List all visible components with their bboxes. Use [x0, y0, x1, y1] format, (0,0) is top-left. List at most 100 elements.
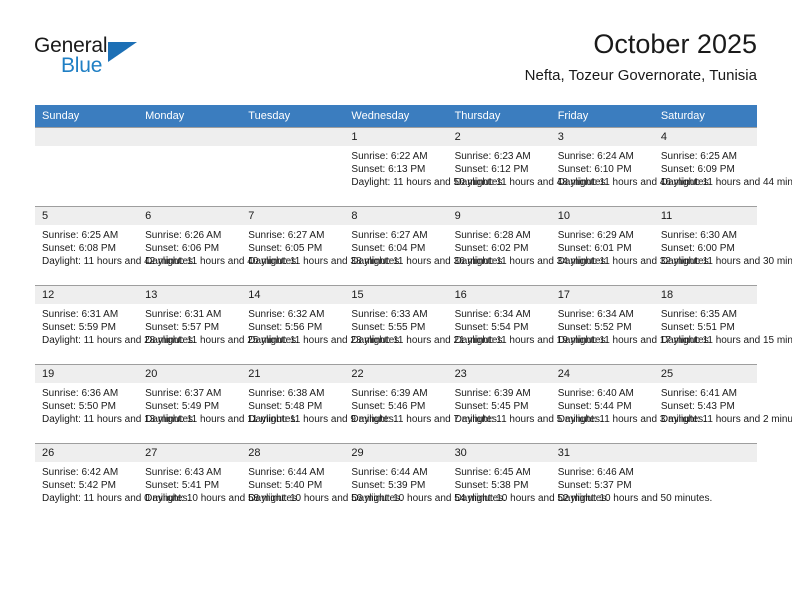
- sunset-text: Sunset: 6:01 PM: [557, 243, 632, 255]
- daylight-text: Daylight: 11 hours and 46 minutes.: [557, 177, 712, 189]
- day-number: 28: [241, 444, 345, 462]
- sunset-text: Sunset: 5:51 PM: [660, 322, 735, 334]
- sunset-text: Sunset: 5:49 PM: [145, 401, 220, 413]
- calendar-day-cell[interactable]: 15 Sunrise: 6:33 AM Sunset: 5:55 PM Dayligh…: [344, 285, 506, 365]
- sunrise-text: Sunrise: 6:32 AM: [248, 309, 325, 320]
- calendar-cell-empty: [35, 127, 139, 207]
- daylight-text: Daylight: 11 hours and 50 minutes.: [351, 177, 506, 189]
- calendar-day-cell[interactable]: 30 Sunrise: 6:45 AM Sunset: 5:38 PM Dayligh…: [447, 443, 610, 522]
- calendar-day-cell[interactable]: 11 Sunrise: 6:30 AM Sunset: 6:00 PM Dayligh…: [653, 206, 792, 286]
- calendar-day-cell[interactable]: 6 Sunrise: 6:26 AM Sunset: 6:06 PM Daylight…: [138, 206, 299, 286]
- day-details: Sunrise: 6:35 AM Sunset: 5:51 PM Daylight:…: [654, 304, 792, 348]
- daylight-text: Daylight: 10 hours and 54 minutes.: [351, 493, 506, 505]
- sunset-text: Sunset: 5:50 PM: [42, 401, 116, 413]
- day-number: 8: [344, 207, 448, 225]
- daylight-text: Daylight: 11 hours and 42 minutes.: [42, 256, 196, 268]
- day-number: 25: [653, 365, 757, 383]
- day-number: [653, 444, 757, 462]
- sunset-text: Sunset: 5:41 PM: [145, 480, 220, 492]
- calendar-day-cell[interactable]: 4 Sunrise: 6:25 AM Sunset: 6:09 PM Daylight…: [653, 127, 792, 207]
- calendar-day-cell[interactable]: 13 Sunrise: 6:31 AM Sunset: 5:57 PM Dayligh…: [138, 285, 299, 365]
- day-details: Sunrise: 6:45 AM Sunset: 5:38 PM Daylight:…: [448, 462, 610, 506]
- calendar-day-cell[interactable]: 23 Sunrise: 6:39 AM Sunset: 5:45 PM Dayligh…: [447, 364, 603, 444]
- day-number: 15: [344, 286, 448, 304]
- calendar-cell-empty: [653, 443, 757, 522]
- calendar-day-cell[interactable]: 20 Sunrise: 6:37 AM Sunset: 5:49 PM Dayligh…: [138, 364, 298, 444]
- day-number: 2: [447, 128, 551, 146]
- calendar-day-cell[interactable]: 8 Sunrise: 6:27 AM Sunset: 6:04 PM Daylight…: [344, 206, 505, 286]
- calendar-day-cell[interactable]: 19 Sunrise: 6:36 AM Sunset: 5:50 PM Dayligh…: [35, 364, 196, 444]
- sunset-text: Sunset: 6:08 PM: [42, 243, 116, 255]
- daylight-text: Daylight: 11 hours and 13 minutes.: [42, 414, 196, 426]
- sunrise-text: Sunrise: 6:27 AM: [248, 230, 325, 241]
- sunrise-text: Sunrise: 6:35 AM: [660, 309, 737, 320]
- calendar-cell-empty: [241, 127, 345, 207]
- calendar-day-cell[interactable]: 22 Sunrise: 6:39 AM Sunset: 5:46 PM Dayligh…: [344, 364, 500, 444]
- calendar-day-cell[interactable]: 28 Sunrise: 6:44 AM Sunset: 5:40 PM Dayligh…: [241, 443, 403, 522]
- calendar-day-cell[interactable]: 25 Sunrise: 6:41 AM Sunset: 5:43 PM Dayligh…: [653, 364, 792, 444]
- day-number: 7: [241, 207, 345, 225]
- sunset-text: Sunset: 6:02 PM: [454, 243, 529, 255]
- daylight-text: Daylight: 11 hours and 32 minutes.: [557, 256, 712, 268]
- sunrise-text: Sunrise: 6:25 AM: [660, 151, 737, 162]
- title-block: October 2025 Nefta, Tozeur Governorate, …: [525, 28, 757, 86]
- calendar-day-cell[interactable]: 7 Sunrise: 6:27 AM Sunset: 6:05 PM Daylight…: [241, 206, 402, 286]
- sunset-text: Sunset: 5:40 PM: [248, 480, 323, 492]
- day-number: 23: [447, 365, 551, 383]
- calendar-day-cell[interactable]: 27 Sunrise: 6:43 AM Sunset: 5:41 PM Dayligh…: [138, 443, 300, 522]
- day-details: Sunrise: 6:37 AM Sunset: 5:49 PM Daylight:…: [138, 383, 298, 427]
- day-number: 24: [550, 365, 654, 383]
- sunrise-text: Sunrise: 6:27 AM: [351, 230, 428, 241]
- sunrise-text: Sunrise: 6:31 AM: [42, 309, 119, 320]
- day-number: [241, 128, 345, 146]
- day-number: 20: [138, 365, 242, 383]
- calendar-day-cell[interactable]: 12 Sunrise: 6:31 AM Sunset: 5:59 PM Dayligh…: [35, 285, 196, 365]
- sunrise-text: Sunrise: 6:39 AM: [351, 388, 428, 399]
- calendar-day-cell[interactable]: 29 Sunrise: 6:44 AM Sunset: 5:39 PM Dayligh…: [344, 443, 506, 522]
- day-number: 12: [35, 286, 139, 304]
- calendar-day-cell[interactable]: 26 Sunrise: 6:42 AM Sunset: 5:42 PM Dayligh…: [35, 443, 190, 522]
- logo-text-blue: Blue: [61, 54, 103, 77]
- calendar-day-cell[interactable]: 17 Sunrise: 6:34 AM Sunset: 5:52 PM Dayligh…: [550, 285, 712, 365]
- calendar-day-cell[interactable]: 3 Sunrise: 6:24 AM Sunset: 6:10 PM Daylight…: [550, 127, 712, 207]
- day-details: Sunrise: 6:33 AM Sunset: 5:55 PM Daylight:…: [344, 304, 506, 348]
- day-details: Sunrise: 6:38 AM Sunset: 5:48 PM Daylight:…: [241, 383, 396, 427]
- day-details: Sunrise: 6:40 AM Sunset: 5:44 PM Daylight:…: [551, 383, 706, 427]
- calendar-day-cell[interactable]: 16 Sunrise: 6:34 AM Sunset: 5:54 PM Dayligh…: [447, 285, 608, 365]
- sunset-text: Sunset: 6:09 PM: [660, 164, 735, 176]
- sunset-text: Sunset: 5:38 PM: [454, 480, 529, 492]
- calendar-week-row: 1 Sunrise: 6:22 AM Sunset: 6:13 PM Daylight…: [35, 127, 792, 207]
- calendar-week-row: 26 Sunrise: 6:42 AM Sunset: 5:42 PM Dayligh…: [35, 443, 757, 522]
- daylight-text: Daylight: 10 hours and 50 minutes.: [557, 493, 713, 505]
- calendar-day-cell[interactable]: 24 Sunrise: 6:40 AM Sunset: 5:44 PM Dayligh…: [550, 364, 706, 444]
- calendar-day-cell[interactable]: 9 Sunrise: 6:28 AM Sunset: 6:02 PM Daylight…: [447, 206, 608, 286]
- calendar-day-cell[interactable]: 1 Sunrise: 6:22 AM Sunset: 6:13 PM Daylight…: [344, 127, 506, 207]
- weekday-header: Sunday Monday Tuesday Wednesday Thursday…: [35, 105, 757, 128]
- day-number: 11: [653, 207, 757, 225]
- calendar-body: 1 Sunrise: 6:22 AM Sunset: 6:13 PM Daylight…: [35, 127, 792, 522]
- page-title: October 2025: [593, 29, 757, 59]
- sunset-text: Sunset: 5:37 PM: [557, 480, 632, 492]
- sunrise-sunset-calendar: Sunday Monday Tuesday Wednesday Thursday…: [35, 105, 792, 522]
- day-number: 3: [550, 128, 654, 146]
- sunrise-text: Sunrise: 6:44 AM: [248, 467, 325, 478]
- daylight-text: Daylight: 11 hours and 21 minutes.: [351, 335, 506, 347]
- daylight-text: Daylight: 11 hours and 7 minutes.: [351, 414, 500, 426]
- day-number: 31: [550, 444, 654, 462]
- calendar-day-cell[interactable]: 5 Sunrise: 6:25 AM Sunset: 6:08 PM Daylight…: [35, 206, 196, 286]
- day-details: Sunrise: 6:44 AM Sunset: 5:40 PM Daylight:…: [241, 462, 403, 506]
- daylight-text: Daylight: 10 hours and 56 minutes.: [248, 493, 403, 505]
- day-number: 14: [241, 286, 345, 304]
- calendar-day-cell[interactable]: 21 Sunrise: 6:38 AM Sunset: 5:48 PM Dayligh…: [241, 364, 397, 444]
- calendar-day-cell[interactable]: 31 Sunrise: 6:46 AM Sunset: 5:37 PM Dayligh…: [550, 443, 713, 522]
- calendar-day-cell[interactable]: 18 Sunrise: 6:35 AM Sunset: 5:51 PM Dayligh…: [653, 285, 792, 365]
- day-details: Sunrise: 6:25 AM Sunset: 6:08 PM Daylight:…: [35, 225, 196, 269]
- calendar-day-cell[interactable]: 10 Sunrise: 6:29 AM Sunset: 6:01 PM Dayligh…: [550, 206, 712, 286]
- calendar-day-cell[interactable]: 14 Sunrise: 6:32 AM Sunset: 5:56 PM Dayligh…: [241, 285, 402, 365]
- weekday-header-wednesday: Wednesday: [344, 105, 448, 128]
- day-details: Sunrise: 6:27 AM Sunset: 6:04 PM Daylight:…: [344, 225, 505, 269]
- calendar-day-cell[interactable]: 2 Sunrise: 6:23 AM Sunset: 6:12 PM Daylight…: [447, 127, 608, 207]
- day-details: Sunrise: 6:25 AM Sunset: 6:09 PM Daylight:…: [654, 146, 792, 190]
- calendar-week-row: 19 Sunrise: 6:36 AM Sunset: 5:50 PM Dayligh…: [35, 364, 792, 444]
- daylight-text: Daylight: 11 hours and 17 minutes.: [557, 335, 712, 347]
